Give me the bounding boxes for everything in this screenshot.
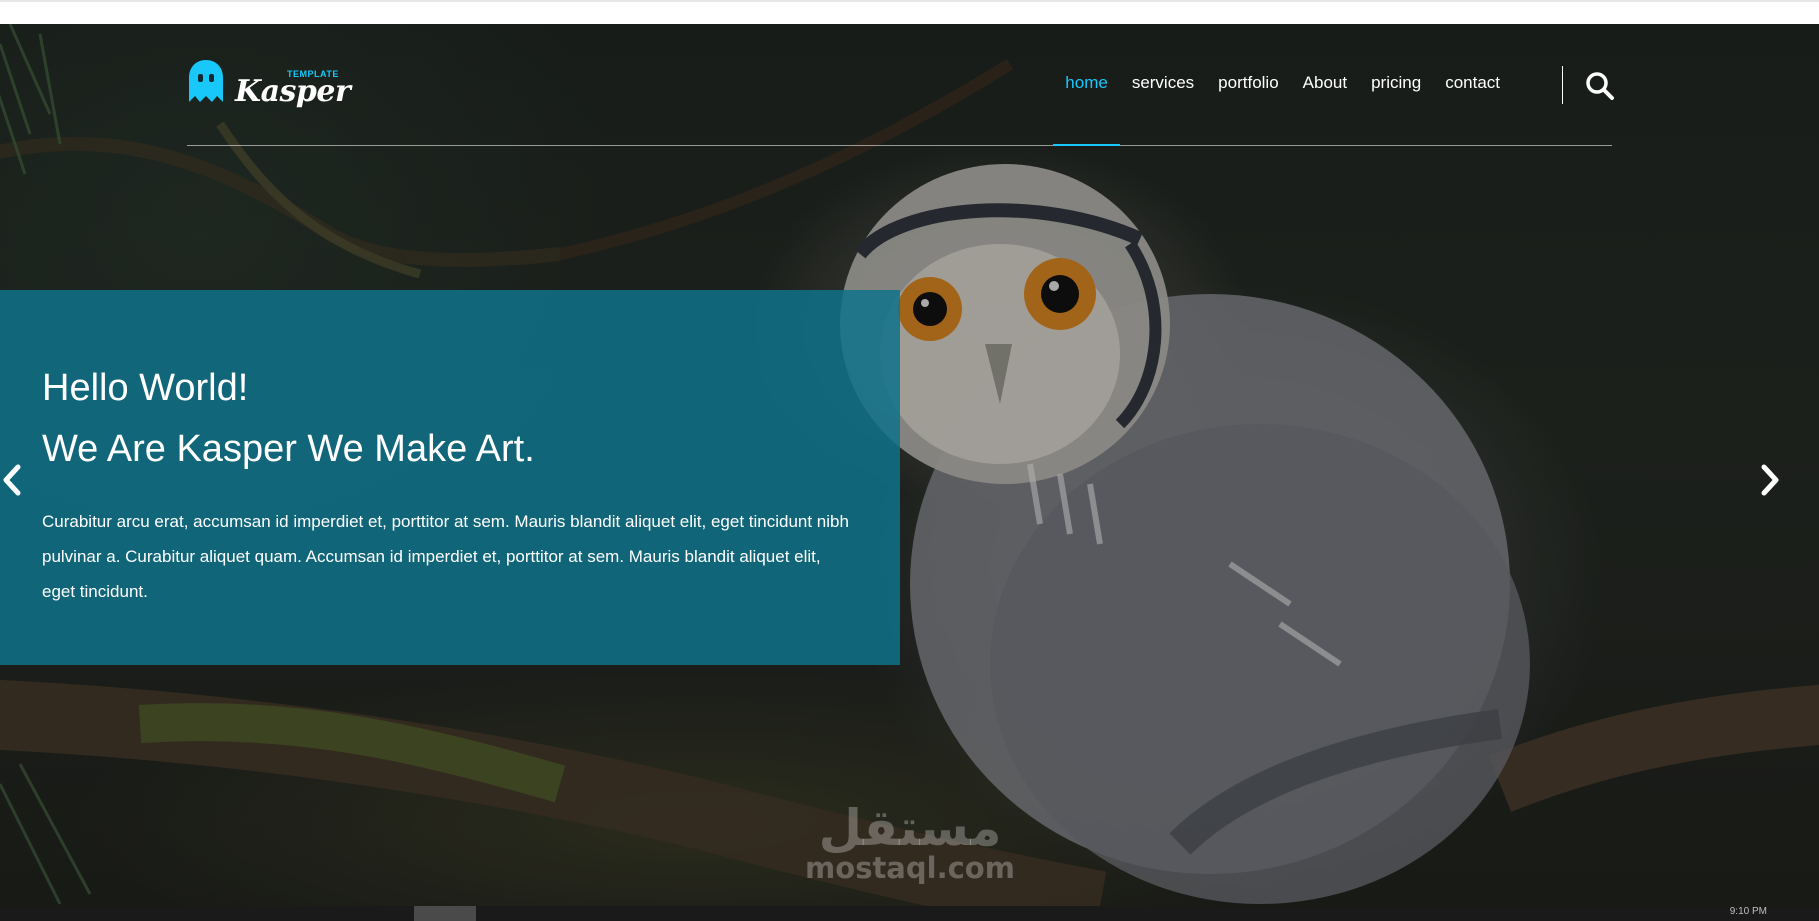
- chevron-right-icon: [1761, 464, 1779, 496]
- nav-item-portfolio[interactable]: portfolio: [1206, 72, 1290, 146]
- search-button[interactable]: [1585, 71, 1615, 101]
- nav-divider: [1562, 66, 1563, 104]
- nav-item-contact[interactable]: contact: [1433, 72, 1512, 146]
- browser-top-strip: [0, 0, 1819, 24]
- watermark-arabic: مستقل: [818, 799, 1002, 857]
- nav-item-home[interactable]: home: [1053, 72, 1120, 146]
- slider-prev-button[interactable]: [0, 462, 24, 498]
- hero-title: Hello World! We Are Kasper We Make Art.: [42, 358, 858, 480]
- watermark-latin: mostaql.com: [805, 851, 1015, 885]
- slider-next-button[interactable]: [1758, 462, 1782, 498]
- logo[interactable]: TEMPLATE Kasper: [187, 58, 357, 109]
- hero-description: Curabitur arcu erat, accumsan id imperdi…: [42, 512, 849, 601]
- chevron-left-icon: [3, 464, 21, 496]
- os-taskbar: 9:10 PM: [0, 906, 1819, 921]
- page: TEMPLATE Kasper home services portfolio …: [0, 0, 1819, 921]
- nav-item-pricing[interactable]: pricing: [1359, 72, 1433, 146]
- ghost-icon: [189, 60, 223, 102]
- hero-title-line1: Hello World!: [42, 367, 249, 409]
- nav-item-services[interactable]: services: [1120, 72, 1206, 146]
- taskbar-app-button[interactable]: [414, 906, 476, 921]
- hero-title-line2: We Are Kasper We Make Art.: [42, 428, 535, 470]
- logo-wordmark: Kasper: [235, 74, 351, 109]
- site-watermark: مستقل mostaql.com: [790, 800, 1030, 900]
- taskbar-clock: 9:10 PM: [1729, 906, 1767, 917]
- nav-item-about[interactable]: About: [1291, 72, 1359, 146]
- hero-content-box: Hello World! We Are Kasper We Make Art. …: [0, 290, 900, 665]
- search-icon: [1586, 72, 1614, 100]
- site-header: TEMPLATE Kasper home services portfolio …: [187, 34, 1615, 146]
- main-nav: home services portfolio About pricing co…: [1053, 72, 1512, 146]
